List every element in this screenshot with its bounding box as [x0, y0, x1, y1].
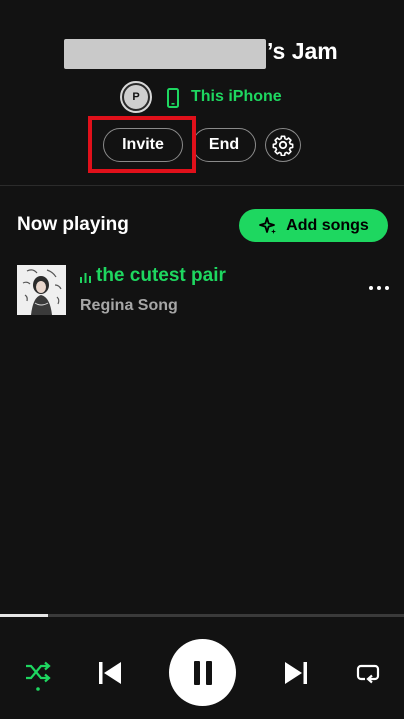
- device-label[interactable]: This iPhone: [191, 88, 282, 106]
- jam-title-suffix: ’s Jam: [267, 38, 338, 64]
- repeat-icon[interactable]: [355, 660, 381, 686]
- add-songs-button[interactable]: Add songs: [239, 209, 388, 242]
- more-icon[interactable]: [366, 278, 392, 298]
- settings-button[interactable]: [265, 128, 301, 162]
- track-title: the cutest pair: [96, 265, 226, 286]
- avatar[interactable]: P: [120, 81, 152, 113]
- progress-fill: [0, 614, 49, 617]
- redacted-host-name: [64, 39, 266, 69]
- album-art: [17, 265, 66, 315]
- shuffle-icon[interactable]: [24, 660, 52, 692]
- track-row[interactable]: the cutest pair Regina Song: [0, 264, 404, 318]
- pause-button[interactable]: [169, 639, 236, 706]
- pause-icon: [193, 660, 212, 685]
- device-phone-icon: [167, 88, 179, 108]
- equalizer-icon: [80, 273, 91, 283]
- progress-bar[interactable]: [0, 614, 404, 617]
- divider: [0, 185, 404, 186]
- avatar-initial: P: [124, 85, 148, 109]
- previous-icon[interactable]: [96, 660, 124, 686]
- gear-icon: [272, 135, 294, 156]
- now-playing-heading: Now playing: [17, 214, 129, 235]
- sparkle-icon: [259, 216, 277, 234]
- end-button[interactable]: End: [192, 128, 256, 162]
- jam-controls: Invite End: [0, 128, 404, 164]
- add-songs-label: Add songs: [286, 216, 369, 234]
- invite-button[interactable]: Invite: [103, 128, 183, 162]
- track-artist: Regina Song: [80, 297, 178, 314]
- next-icon[interactable]: [282, 660, 310, 686]
- jam-screen: ’s Jam P This iPhone Invite End Now play…: [0, 0, 404, 719]
- jam-title: ’s Jam: [0, 36, 404, 72]
- device-row: P This iPhone: [0, 81, 404, 113]
